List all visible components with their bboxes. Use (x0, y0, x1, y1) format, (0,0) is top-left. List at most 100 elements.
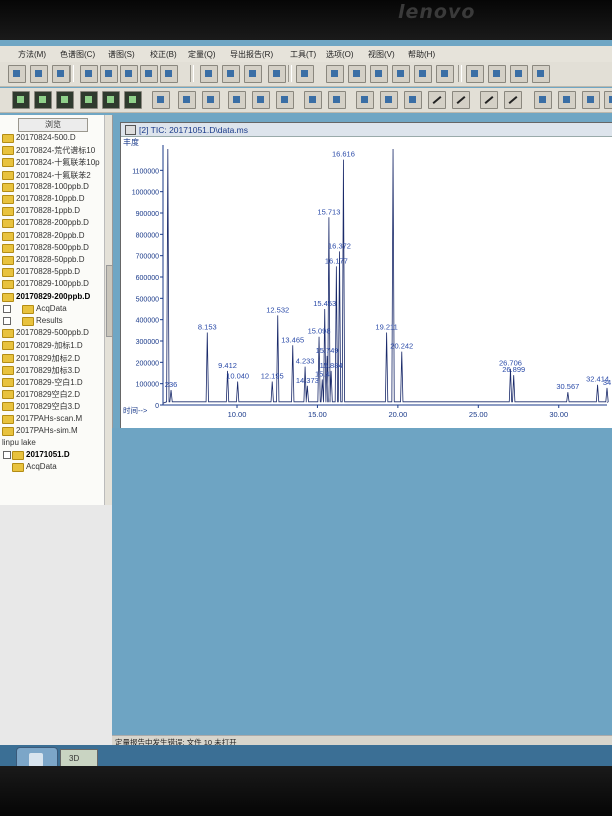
file-list-item[interactable]: 20170829-500ppb.D (0, 328, 110, 339)
toolbar2-button-16[interactable] (404, 91, 422, 109)
toolbar2-button-3[interactable] (80, 91, 98, 109)
collapse-icon[interactable] (3, 451, 11, 460)
folder-icon (2, 182, 14, 192)
toolbar-button-5[interactable] (120, 65, 138, 83)
toolbar-button-12[interactable] (296, 65, 314, 83)
file-list-item[interactable]: 20170828-1ppb.D (0, 206, 110, 217)
toolbar-button-15[interactable] (370, 65, 388, 83)
toolbar-button-4[interactable] (100, 65, 118, 83)
toolbar2-button-1[interactable] (34, 91, 52, 109)
chromatogram-window[interactable]: [2] TIC: 20171051.D\data.ms 丰度 时间--> 0 1000… (120, 122, 612, 430)
toolbar2-button-17[interactable] (428, 91, 446, 109)
file-list-item[interactable]: 20170829加标2.D (0, 353, 110, 363)
menu-item-7[interactable]: 选项(O) (326, 49, 354, 60)
toolbar-button-14[interactable] (348, 65, 366, 83)
file-list-item[interactable]: 20170829空白2.D (0, 389, 110, 400)
toolbar-button-8[interactable] (200, 65, 218, 83)
menu-item-4[interactable]: 定量(Q) (188, 49, 216, 60)
menu-item-9[interactable]: 帮助(H) (408, 49, 435, 60)
file-list-item[interactable]: 20170824-十氟联苯2 (0, 170, 110, 180)
toolbar-button-0[interactable] (8, 65, 26, 83)
toolbar2-button-20[interactable] (504, 91, 522, 109)
file-list-item[interactable]: 20170824-十氟联苯10p (0, 157, 110, 168)
menu-item-0[interactable]: 方法(M) (18, 49, 46, 60)
toolbar2-button-14[interactable] (356, 91, 374, 109)
menu-item-8[interactable]: 视图(V) (368, 49, 395, 60)
toolbar2-button-10[interactable] (252, 91, 270, 109)
file-list-item[interactable]: 20170824-500.D (0, 133, 110, 143)
toolbar2-button-7[interactable] (178, 91, 196, 109)
taskbar-app-button[interactable]: 3D (60, 749, 98, 766)
menu-item-5[interactable]: 导出报告(R) (230, 49, 273, 60)
file-list-item[interactable]: 20170828-50ppb.D (0, 255, 110, 265)
toolbar-button-18[interactable] (436, 65, 454, 83)
toolbar-button-11[interactable] (268, 65, 286, 83)
toolbar-button-17[interactable] (414, 65, 432, 83)
toolbar-button-2[interactable] (52, 65, 70, 83)
file-list-item[interactable]: 20170829空白3.D (0, 401, 110, 412)
toolbar-button-7[interactable] (160, 65, 178, 83)
toolbar2-button-6[interactable] (152, 91, 170, 109)
file-list-item[interactable]: Results (0, 316, 110, 326)
toolbar2-button-21[interactable] (534, 91, 552, 109)
toolbar2-button-11[interactable] (276, 91, 294, 109)
toolbar2-button-5[interactable] (124, 91, 142, 109)
toolbar-button-1[interactable] (30, 65, 48, 83)
toolbar-button-10[interactable] (244, 65, 262, 83)
y-tick-label: 700000 (136, 254, 159, 261)
toolbar-button-3[interactable] (80, 65, 98, 83)
menu-item-6[interactable]: 工具(T) (290, 49, 316, 60)
toolbar2-button-22[interactable] (558, 91, 576, 109)
menu-item-2[interactable]: 谱图(S) (108, 49, 135, 60)
expand-icon[interactable] (3, 317, 11, 325)
expand-icon[interactable] (3, 304, 11, 313)
file-name: 20170828-20ppb.D (16, 230, 85, 240)
menu-item-1[interactable]: 色谱图(C) (60, 49, 95, 60)
menu-item-3[interactable]: 校正(B) (150, 49, 177, 60)
toolbar2-button-8[interactable] (202, 91, 220, 109)
toolbar-button-21[interactable] (510, 65, 528, 83)
file-list-item[interactable]: linpu lake (0, 438, 110, 448)
file-list-item[interactable]: 20171051.D (0, 450, 110, 461)
y-tick-label: 900000 (136, 211, 159, 218)
toolbar2-button-2[interactable] (56, 91, 74, 109)
toolbar-button-22[interactable] (532, 65, 550, 83)
toolbar-button-6[interactable] (140, 65, 158, 83)
toolbar2-button-0[interactable] (12, 91, 30, 109)
file-list-item[interactable]: 20170828-500ppb.D (0, 243, 110, 253)
start-button-icon[interactable] (16, 747, 58, 766)
scrollbar-thumb[interactable] (106, 265, 112, 337)
file-list-item[interactable]: 20170829-200ppb.D (0, 292, 110, 302)
file-list-item[interactable]: 20170828-10ppb.D (0, 194, 110, 204)
toolbar2-button-15[interactable] (380, 91, 398, 109)
toolbar-button-19[interactable] (466, 65, 484, 83)
file-list-item[interactable]: 20170829加标3.D (0, 365, 110, 375)
file-name: 20170829-500ppb.D (16, 328, 89, 338)
chromatogram-plot[interactable]: 丰度时间--> 0 100000 200000 300000 400000 500000 60… (121, 137, 611, 427)
file-list-item[interactable]: 20170824-荒代谱标10 (0, 145, 110, 156)
toolbar-button-16[interactable] (392, 65, 410, 83)
file-list-item[interactable]: 20170828-100ppb.D (0, 182, 110, 192)
toolbar-button-13[interactable] (326, 65, 344, 83)
file-list-item[interactable]: 20170828-20ppb.D (0, 231, 110, 241)
file-list-item[interactable]: 2017PAHs-scan.M (0, 414, 110, 424)
toolbar2-button-13[interactable] (328, 91, 346, 109)
file-list-item[interactable]: 20170829-加标1.D (0, 340, 110, 351)
toolbar2-button-4[interactable] (102, 91, 120, 109)
file-list-item[interactable]: 2017PAHs-sim.M (0, 426, 110, 436)
toolbar-button-9[interactable] (222, 65, 240, 83)
file-list-item[interactable]: AcqData (0, 304, 110, 314)
browse-button[interactable]: 浏览 (18, 118, 88, 132)
toolbar2-button-9[interactable] (228, 91, 246, 109)
toolbar2-button-24[interactable] (604, 91, 612, 109)
file-list-item[interactable]: 20170828-5ppb.D (0, 267, 110, 278)
file-list-item[interactable]: 20170828-200ppb.D (0, 218, 110, 229)
toolbar2-button-19[interactable] (480, 91, 498, 109)
toolbar-button-20[interactable] (488, 65, 506, 83)
file-list-item[interactable]: 20170829-100ppb.D (0, 279, 110, 290)
file-list-item[interactable]: AcqData (0, 462, 110, 473)
toolbar2-button-12[interactable] (304, 91, 322, 109)
file-list-item[interactable]: 20170829-空白1.D (0, 377, 110, 387)
toolbar2-button-18[interactable] (452, 91, 470, 109)
toolbar2-button-23[interactable] (582, 91, 600, 109)
